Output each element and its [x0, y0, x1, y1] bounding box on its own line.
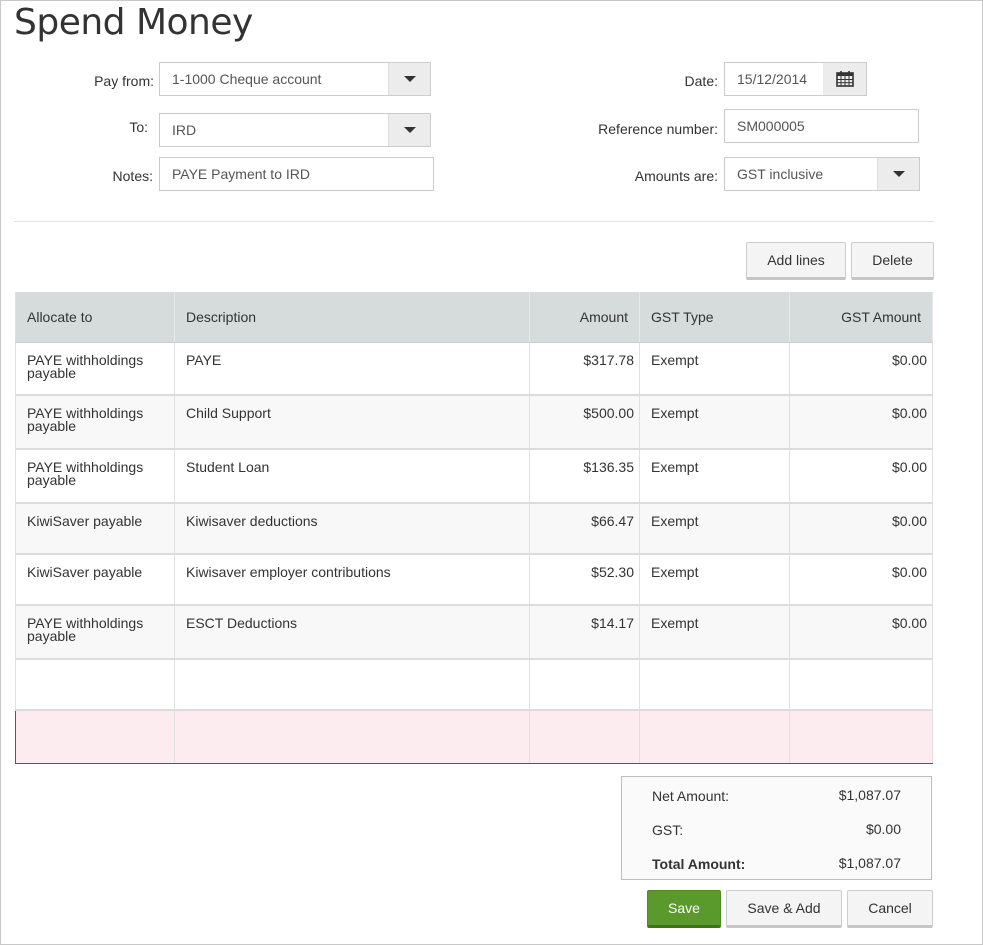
- description-cell[interactable]: Student Loan: [174, 449, 530, 504]
- gst-amount-cell: $0.00: [789, 554, 933, 606]
- amount-cell[interactable]: $14.17: [529, 605, 640, 660]
- amount-cell[interactable]: $136.35: [529, 449, 640, 504]
- totals-panel: Net Amount: $1,087.07 GST: $0.00 Total A…: [621, 776, 932, 880]
- pay-from-value: 1-1000 Cheque account: [172, 71, 322, 87]
- total-amount-label: Total Amount:: [652, 856, 746, 872]
- allocation-table: Allocate to Description Amount GST Type …: [15, 292, 933, 764]
- to-select[interactable]: IRD: [159, 113, 431, 147]
- amounts-are-label: Amounts are:: [634, 168, 718, 184]
- table-row[interactable]: PAYE withholdings payable Child Support …: [15, 395, 933, 450]
- notes-input[interactable]: PAYE Payment to IRD: [159, 157, 434, 191]
- description-cell[interactable]: ESCT Deductions: [174, 605, 530, 660]
- to-label: To:: [129, 119, 148, 135]
- description-cell[interactable]: Child Support: [174, 395, 530, 450]
- save-and-add-button[interactable]: Save & Add: [726, 890, 842, 928]
- pay-from-select[interactable]: 1-1000 Cheque account: [159, 62, 431, 96]
- gst-type-cell[interactable]: Exempt: [639, 395, 790, 450]
- table-row[interactable]: PAYE withholdings payable Student Loan $…: [15, 449, 933, 504]
- calendar-button[interactable]: [823, 62, 867, 96]
- cancel-button[interactable]: Cancel: [847, 890, 933, 928]
- reference-number-value: SM000005: [737, 118, 805, 134]
- amount-cell[interactable]: $317.78: [529, 342, 640, 396]
- save-button[interactable]: Save: [647, 890, 721, 928]
- reference-number-input[interactable]: SM000005: [724, 109, 919, 143]
- description-cell[interactable]: PAYE: [174, 342, 530, 396]
- amount-cell[interactable]: $500.00: [529, 395, 640, 450]
- amount-cell[interactable]: $66.47: [529, 503, 640, 555]
- allocate-to-cell[interactable]: PAYE withholdings payable: [15, 395, 175, 450]
- amount-cell[interactable]: $52.30: [529, 554, 640, 606]
- gst-type-cell[interactable]: Exempt: [639, 503, 790, 555]
- page-title: Spend Money: [14, 2, 253, 43]
- to-value: IRD: [172, 122, 197, 138]
- column-header-amount[interactable]: Amount: [529, 292, 640, 343]
- chevron-down-icon[interactable]: [877, 158, 919, 190]
- allocate-to-cell[interactable]: KiwiSaver payable: [15, 503, 175, 555]
- chevron-down-icon[interactable]: [388, 114, 430, 146]
- notes-value: PAYE Payment to IRD: [172, 166, 310, 182]
- table-row[interactable]: KiwiSaver payable Kiwisaver employer con…: [15, 554, 933, 606]
- description-cell[interactable]: Kiwisaver deductions: [174, 503, 530, 555]
- allocate-to-cell[interactable]: PAYE withholdings payable: [15, 605, 175, 660]
- gst-amount-cell: $0.00: [789, 449, 933, 504]
- section-divider: [14, 221, 934, 222]
- column-header-description[interactable]: Description: [174, 292, 530, 343]
- delete-button[interactable]: Delete: [851, 242, 934, 280]
- gst-amount-cell: $0.00: [789, 605, 933, 660]
- table-row[interactable]: KiwiSaver payable Kiwisaver deductions $…: [15, 503, 933, 555]
- gst-type-cell[interactable]: Exempt: [639, 605, 790, 660]
- gst-amount-cell: $0.00: [789, 503, 933, 555]
- gst-type-cell[interactable]: Exempt: [639, 449, 790, 504]
- new-line-row[interactable]: [15, 709, 933, 764]
- net-amount-label: Net Amount:: [652, 788, 730, 804]
- gst-amount-cell: $0.00: [789, 395, 933, 450]
- table-row[interactable]: PAYE withholdings payable PAYE $317.78 E…: [15, 342, 933, 396]
- date-input[interactable]: 15/12/2014: [724, 62, 824, 96]
- column-header-allocate-to[interactable]: Allocate to: [15, 292, 175, 343]
- empty-table-row[interactable]: [15, 659, 933, 711]
- gst-value: $0.00: [865, 821, 901, 837]
- amounts-are-select[interactable]: GST inclusive: [724, 157, 920, 191]
- date-label: Date:: [684, 73, 718, 89]
- add-lines-button[interactable]: Add lines: [746, 242, 846, 280]
- total-amount-value: $1,087.07: [838, 855, 901, 871]
- gst-amount-cell: $0.00: [789, 342, 933, 396]
- gst-label: GST:: [652, 822, 684, 838]
- notes-label: Notes:: [112, 168, 153, 184]
- allocate-to-cell[interactable]: KiwiSaver payable: [15, 554, 175, 606]
- gst-type-cell[interactable]: Exempt: [639, 554, 790, 606]
- table-header-row: Allocate to Description Amount GST Type …: [15, 292, 933, 343]
- description-cell[interactable]: Kiwisaver employer contributions: [174, 554, 530, 606]
- amounts-are-value: GST inclusive: [737, 166, 824, 182]
- allocate-to-cell[interactable]: PAYE withholdings payable: [15, 449, 175, 504]
- table-row[interactable]: PAYE withholdings payable ESCT Deduction…: [15, 605, 933, 660]
- column-header-gst-type[interactable]: GST Type: [639, 292, 790, 343]
- pay-from-label: Pay from:: [94, 73, 154, 89]
- net-amount-value: $1,087.07: [838, 787, 901, 803]
- chevron-down-icon[interactable]: [388, 63, 430, 95]
- allocate-to-cell[interactable]: PAYE withholdings payable: [15, 342, 175, 396]
- gst-type-cell[interactable]: Exempt: [639, 342, 790, 396]
- reference-number-label: Reference number:: [598, 121, 718, 137]
- calendar-icon: [836, 71, 854, 87]
- column-header-gst-amount[interactable]: GST Amount: [789, 292, 933, 343]
- date-value: 15/12/2014: [737, 71, 808, 87]
